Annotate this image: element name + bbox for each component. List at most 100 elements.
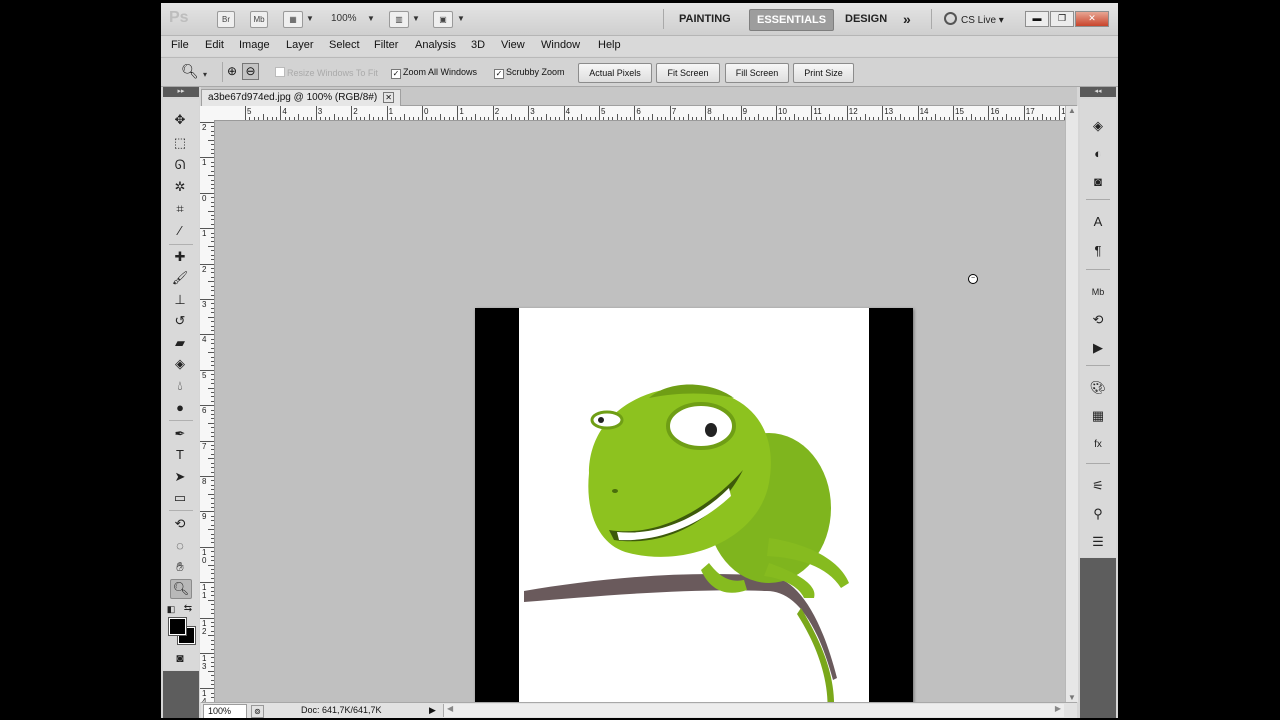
dodge-tool-icon[interactable]: ● [170, 399, 190, 417]
history-panel-icon[interactable]: ⟲ [1087, 311, 1109, 329]
history-brush-tool-icon[interactable]: ↺ [170, 312, 190, 330]
workspace-design[interactable]: DESIGN [838, 9, 894, 29]
mini-bridge-panel-icon[interactable]: Mb [1087, 283, 1109, 301]
quick-selection-tool-icon[interactable]: ✲ [170, 178, 190, 196]
swap-colors-icon[interactable]: ⇆ [183, 600, 193, 618]
menu-3d[interactable]: 3D [471, 39, 485, 51]
scroll-up-icon[interactable]: ▲ [1068, 106, 1076, 115]
tool-presets-panel-icon[interactable]: ☰ [1087, 533, 1109, 551]
zoom-out-icon[interactable]: ⊖ [242, 63, 259, 80]
workspace-essentials[interactable]: ESSENTIALS [749, 9, 835, 31]
mini-bridge-button[interactable]: Mb [250, 11, 268, 28]
ruler-origin[interactable] [200, 106, 215, 121]
workspace-painting[interactable]: PAINTING [672, 9, 738, 29]
arrange-dropdown-icon[interactable]: ▼ [412, 14, 420, 23]
menu-help[interactable]: Help [598, 39, 621, 51]
status-options-icon[interactable]: ⊚ [251, 705, 264, 718]
zoom-in-icon[interactable]: ⊕ [225, 64, 239, 79]
3d-rotate-tool-icon[interactable]: ⟲ [170, 515, 190, 533]
close-button[interactable]: ✕ [1075, 11, 1109, 27]
zoom-all-windows-checkbox[interactable]: ✓ Zoom All Windows [391, 67, 477, 79]
ruler-tick [211, 697, 214, 699]
actions-panel-icon[interactable]: ▶ [1087, 339, 1109, 357]
clone-stamp-tool-icon[interactable]: ⊥ [170, 291, 190, 309]
view-extras-button[interactable]: ▦ [283, 11, 303, 28]
resize-windows-checkbox[interactable]: Resize Windows To Fit [275, 67, 378, 78]
print-size-button[interactable]: Print Size [793, 63, 854, 83]
hand-tool-icon[interactable]: ✋︎ [170, 558, 190, 576]
healing-brush-tool-icon[interactable]: ✚ [170, 248, 190, 266]
pen-tool-icon[interactable]: ✒ [170, 425, 190, 443]
layers-panel-icon[interactable]: ◈ [1087, 117, 1109, 135]
screen-mode-dropdown-icon[interactable]: ▼ [457, 14, 465, 23]
more-workspaces-icon[interactable]: » [896, 9, 918, 29]
foreground-color-swatch[interactable] [168, 617, 187, 636]
tool-preset-dropdown-icon[interactable]: ▾ [203, 70, 207, 79]
type-tool-icon[interactable]: T [170, 446, 190, 464]
view-extras-dropdown-icon[interactable]: ▼ [306, 14, 314, 23]
canvas-area[interactable]: − [215, 121, 1065, 718]
paragraph-panel-icon[interactable]: ¶ [1087, 242, 1109, 260]
marquee-tool-icon[interactable]: ⬚ [170, 134, 190, 152]
status-menu-arrow-icon[interactable]: ▶ [429, 705, 436, 716]
move-tool-icon[interactable]: ✥ [170, 111, 190, 129]
masks-panel-icon[interactable]: ◙ [1087, 173, 1109, 191]
bridge-button[interactable]: Br [217, 11, 235, 28]
zoom-tool-icon[interactable]: 🔍︎ [170, 579, 192, 599]
restore-button[interactable]: ❐ [1050, 11, 1074, 27]
scrubby-zoom-checkbox[interactable]: ✓ Scrubby Zoom [494, 67, 565, 79]
menu-layer[interactable]: Layer [286, 39, 314, 51]
fit-screen-button[interactable]: Fit Screen [656, 63, 720, 83]
zoom-level-select[interactable]: 100% [331, 13, 357, 24]
screen-mode-button[interactable]: ▣ [433, 11, 453, 28]
styles-panel-icon[interactable]: fx [1087, 436, 1109, 454]
zoom-dropdown-icon[interactable]: ▼ [367, 14, 375, 23]
scroll-down-icon[interactable]: ▼ [1068, 693, 1076, 702]
document-tab[interactable]: a3be67d974ed.jpg @ 100% (RGB/8#) ✕ [201, 89, 402, 106]
scroll-left-icon[interactable]: ◀ [447, 704, 453, 713]
path-selection-tool-icon[interactable]: ➤ [170, 468, 190, 486]
crop-tool-icon[interactable]: ⌗ [170, 200, 190, 218]
tools-panel-header[interactable]: ▸▸ [163, 87, 199, 97]
document-size-info[interactable]: Doc: 641,7K/641,7K [301, 705, 382, 715]
menu-edit[interactable]: Edit [205, 39, 224, 51]
3d-orbit-tool-icon[interactable]: ◌ [170, 537, 190, 555]
close-tab-icon[interactable]: ✕ [383, 92, 395, 103]
character-panel-icon[interactable]: A [1087, 213, 1109, 231]
menu-analysis[interactable]: Analysis [415, 39, 456, 51]
menu-filter[interactable]: Filter [374, 39, 398, 51]
fill-screen-button[interactable]: Fill Screen [725, 63, 789, 83]
status-zoom-field[interactable]: 100% [203, 704, 247, 718]
panel-dock-header[interactable]: ◂◂ [1080, 87, 1116, 97]
actual-pixels-button[interactable]: Actual Pixels [578, 63, 652, 83]
minimize-button[interactable]: ▬ [1025, 11, 1049, 27]
brushes-panel-icon[interactable]: ⚟ [1087, 477, 1109, 495]
swatches-panel-icon[interactable]: ▦ [1087, 407, 1109, 425]
document-image[interactable] [475, 308, 913, 718]
horizontal-ruler[interactable]: 543210123456789101112131415161718 [214, 106, 1065, 121]
cs-live-menu[interactable]: CS Live ▾ [944, 12, 1004, 26]
quick-mask-icon[interactable]: ◙ [170, 649, 190, 667]
menu-select[interactable]: Select [329, 39, 360, 51]
brush-tool-icon[interactable]: 🖌︎ [170, 269, 190, 287]
menu-window[interactable]: Window [541, 39, 580, 51]
default-colors-icon[interactable]: ◧ [166, 600, 176, 618]
horizontal-scrollbar[interactable]: ◀ ▶ [443, 704, 1064, 717]
eyedropper-tool-icon[interactable]: ⁄ [170, 222, 190, 240]
scroll-right-icon[interactable]: ▶ [1055, 704, 1061, 713]
color-panel-icon[interactable]: 🎨︎ [1087, 379, 1109, 397]
vertical-scrollbar[interactable]: ▲ ▼ [1065, 106, 1078, 702]
arrange-documents-button[interactable]: ▥ [389, 11, 409, 28]
vertical-ruler[interactable]: 2101234567891011121314 [200, 120, 215, 702]
eraser-tool-icon[interactable]: ▰ [170, 334, 190, 352]
menu-image[interactable]: Image [239, 39, 270, 51]
zoom-tool-preset-icon[interactable]: 🔍︎ [181, 63, 199, 80]
paint-bucket-tool-icon[interactable]: ◈ [170, 355, 190, 373]
adjustments-panel-icon[interactable]: ◐ [1087, 145, 1109, 163]
shape-tool-icon[interactable]: ▭ [170, 489, 190, 507]
menu-view[interactable]: View [501, 39, 525, 51]
menu-file[interactable]: File [171, 39, 189, 51]
lasso-tool-icon[interactable]: ᘏ [170, 156, 190, 174]
blur-tool-icon[interactable]: 💧︎ [170, 377, 190, 395]
clone-source-panel-icon[interactable]: ⚲ [1087, 505, 1109, 523]
